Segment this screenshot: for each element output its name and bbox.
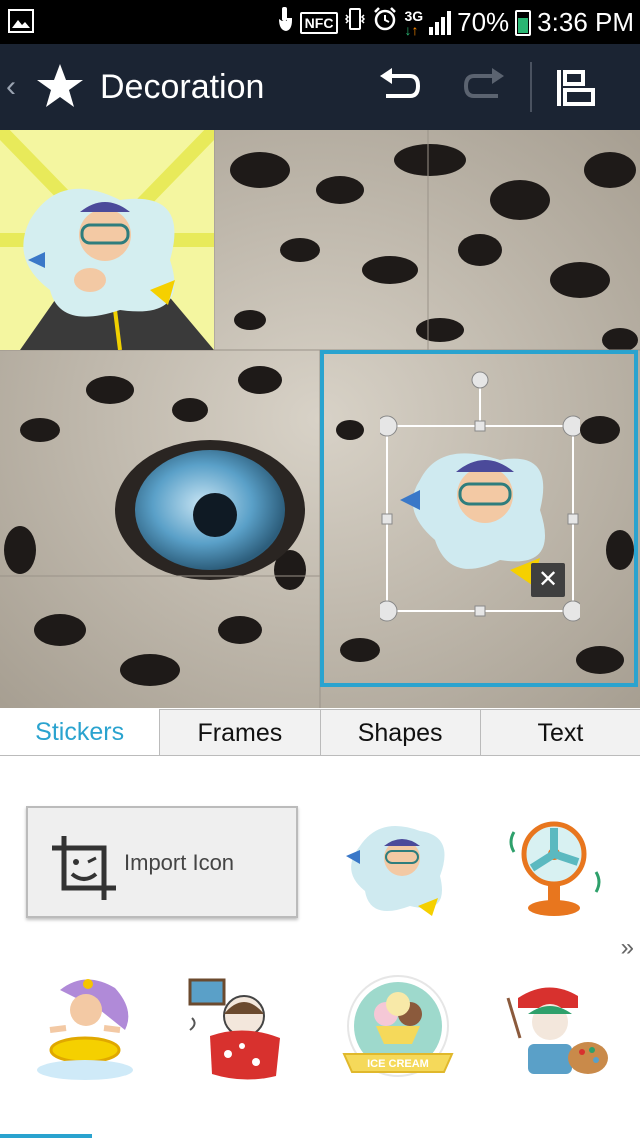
nfc-icon: NFC [299, 11, 339, 34]
battery-icon [515, 9, 532, 36]
undo-icon[interactable] [378, 66, 422, 111]
clock: 3:36 PM [537, 7, 634, 37]
star-icon[interactable] [36, 62, 84, 115]
painter-girl-sticker-thumb[interactable] [498, 978, 610, 1088]
import-icon-button[interactable]: Import Icon [26, 806, 298, 918]
signal-icon [429, 10, 452, 35]
tab-bar: Stickers Frames Shapes Text [0, 709, 640, 756]
back-caret-icon[interactable]: ‹ [6, 70, 16, 104]
page-title: Decoration [100, 68, 265, 106]
battery-percent: 70% [457, 7, 510, 37]
vibrate-icon [344, 7, 366, 38]
tab-stickers[interactable]: Stickers [0, 709, 160, 755]
tab-frames[interactable]: Frames [159, 709, 320, 755]
action-bar: ‹ Decoration [0, 44, 640, 130]
import-icon-label: Import Icon [124, 850, 235, 875]
layout-icon[interactable] [554, 68, 598, 113]
diver-sticker-thumb[interactable] [340, 806, 460, 926]
status-bar: NFC 3G ↓↑ 70% 3:36 PM [0, 0, 640, 44]
touch-icon [276, 6, 294, 39]
fan-sticker-thumb[interactable] [506, 812, 606, 922]
close-sticker-button[interactable]: ✕ [531, 563, 565, 597]
alarm-icon [372, 6, 398, 39]
tab-shapes[interactable]: Shapes [319, 709, 480, 755]
page-indicator [0, 1134, 92, 1138]
network-icon: 3G ↓↑ [404, 7, 424, 38]
gallery-icon [8, 8, 34, 39]
more-stickers-icon[interactable]: » [621, 934, 634, 962]
diver-sticker[interactable] [0, 130, 214, 350]
redo-icon[interactable] [462, 66, 506, 111]
crop-face-icon [52, 836, 116, 900]
divider [530, 62, 532, 112]
collage-canvas[interactable]: ✕ [0, 130, 640, 708]
tab-text[interactable]: Text [479, 709, 640, 755]
swim-girl-sticker-thumb[interactable] [30, 970, 140, 1086]
ice-cream-label: ICE CREAM [367, 1058, 429, 1070]
sticker-panel: Import Icon » ICE CREAM [0, 756, 640, 1138]
cold-girl-sticker-thumb[interactable] [184, 974, 296, 1086]
ice-cream-sticker-thumb[interactable]: ICE CREAM [340, 974, 456, 1086]
